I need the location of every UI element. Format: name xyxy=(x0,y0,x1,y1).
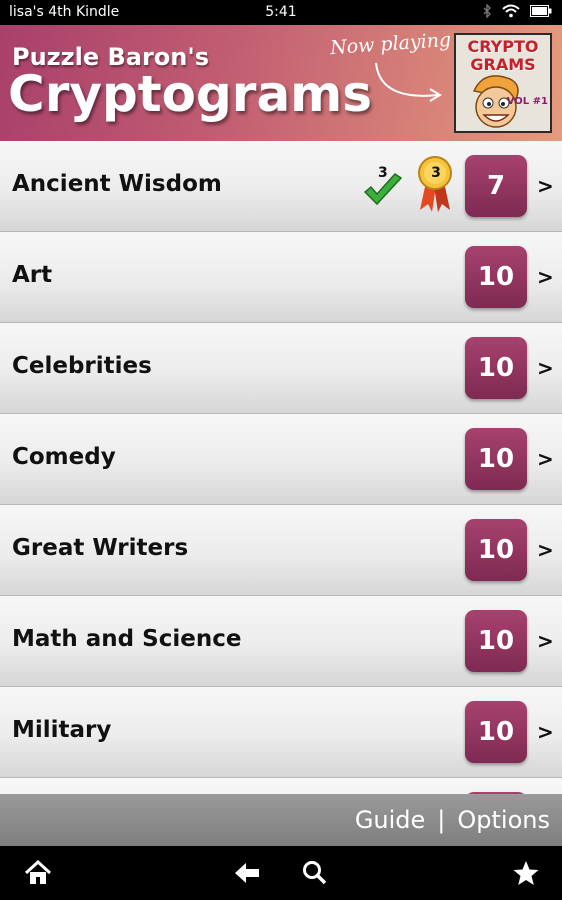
puzzle-count-badge: 10 xyxy=(465,701,527,763)
category-title: Ancient Wisdom xyxy=(12,171,222,197)
puzzle-count-badge: 10 xyxy=(465,246,527,308)
list-item-comedy[interactable]: Comedy 10 > xyxy=(0,414,562,505)
system-icons xyxy=(482,3,552,22)
category-title: Comedy xyxy=(12,444,116,470)
chevron-right-icon: > xyxy=(537,629,554,653)
list-item-art[interactable]: Art 10 > xyxy=(0,232,562,323)
footer-separator: | xyxy=(437,806,446,834)
medal-icon xyxy=(418,156,452,212)
footer-links: Guide | Options xyxy=(355,806,550,834)
back-arrow-icon[interactable] xyxy=(233,860,261,886)
cover-title-line2: GRAMS xyxy=(470,55,536,74)
solved-count: 3 xyxy=(378,165,388,181)
favorites-star-icon[interactable] xyxy=(512,860,540,886)
now-playing-label: Now playing xyxy=(329,28,452,60)
curved-arrow-icon xyxy=(375,62,442,102)
chevron-right-icon: > xyxy=(537,265,554,289)
battery-icon xyxy=(530,5,552,21)
puzzle-count-badge: 10 xyxy=(465,519,527,581)
category-title: Celebrities xyxy=(12,353,152,379)
chevron-right-icon: > xyxy=(537,174,554,198)
puzzle-count-badge: 10 xyxy=(465,337,527,399)
category-title: Art xyxy=(12,262,53,288)
list-item-great-writers[interactable]: Great Writers 10 > xyxy=(0,505,562,596)
search-icon[interactable] xyxy=(302,860,328,886)
list-item-ancient-wisdom[interactable]: Ancient Wisdom 7 > xyxy=(0,141,562,232)
now-playing-cover[interactable]: CRYPTO GRAMS VOL #1 xyxy=(454,33,552,133)
system-nav-bar xyxy=(0,846,562,900)
footer-bar: Guide | Options xyxy=(0,794,562,846)
wifi-icon xyxy=(502,4,520,22)
cover-title-line1: CRYPTO xyxy=(467,37,539,56)
chevron-right-icon: > xyxy=(537,720,554,744)
home-icon[interactable] xyxy=(24,860,52,886)
chevron-right-icon: > xyxy=(537,447,554,471)
puzzle-count-badge: 10 xyxy=(465,428,527,490)
list-item-celebrities[interactable]: Celebrities 10 > xyxy=(0,323,562,414)
category-title: Math and Science xyxy=(12,626,242,652)
cover-volume: VOL #1 xyxy=(506,96,548,107)
chevron-right-icon: > xyxy=(537,356,554,380)
list-item-military[interactable]: Military 10 > xyxy=(0,687,562,778)
guide-link[interactable]: Guide xyxy=(355,806,425,834)
medal-count: 3 xyxy=(431,165,441,181)
clock: 5:41 xyxy=(265,4,297,20)
category-title: Military xyxy=(12,717,112,743)
options-link[interactable]: Options xyxy=(457,806,550,834)
brand-title: Cryptograms xyxy=(8,65,373,123)
bluetooth-icon xyxy=(482,3,492,22)
category-title: Great Writers xyxy=(12,535,189,561)
puzzle-count-badge: 10 xyxy=(465,610,527,672)
puzzle-count-badge: 7 xyxy=(465,155,527,217)
chevron-right-icon: > xyxy=(537,538,554,562)
list-item-math-and-science[interactable]: Math and Science 10 > xyxy=(0,596,562,687)
status-bar: lisa's 4th Kindle 5:41 xyxy=(0,0,562,25)
header-banner: Puzzle Baron's Cryptograms Now playing C… xyxy=(0,25,562,141)
category-list: Ancient Wisdom 7 > Art 10 > Celebrities … xyxy=(0,141,562,869)
